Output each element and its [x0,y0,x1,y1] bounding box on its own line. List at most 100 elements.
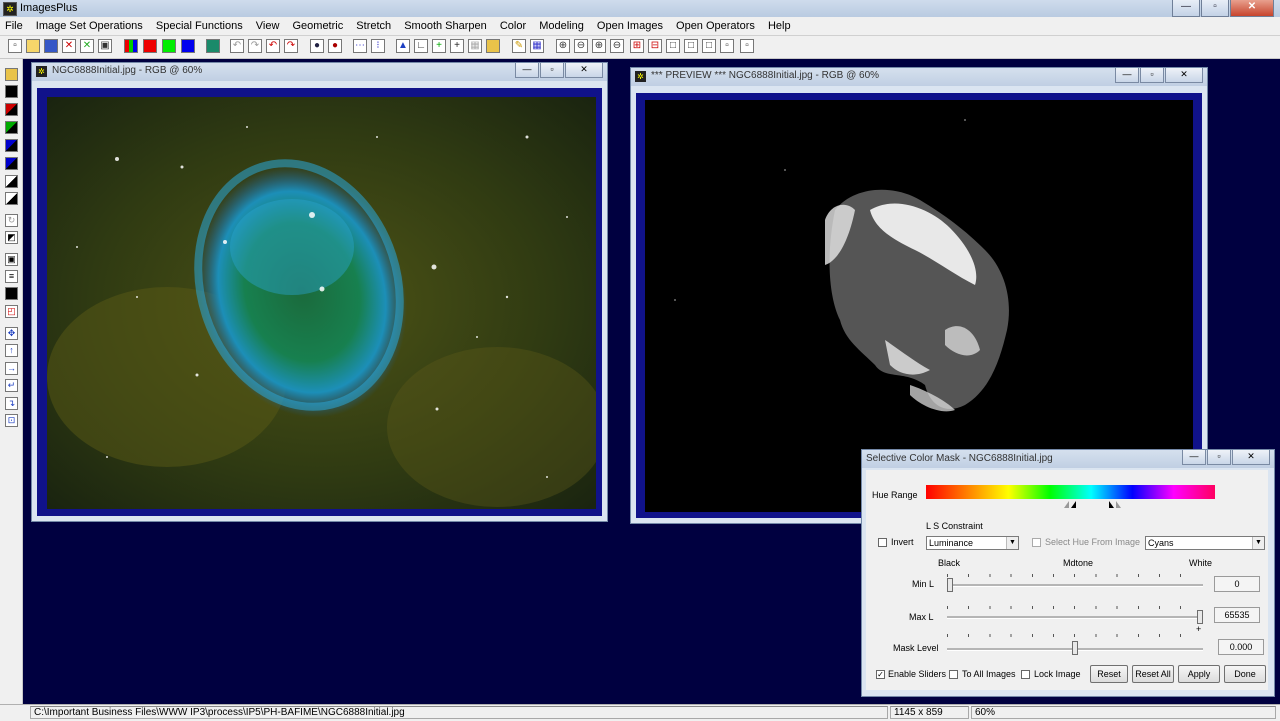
menu-special-functions[interactable]: Special Functions [151,17,248,35]
max-l-value[interactable]: 65535 [1214,607,1260,623]
menu-open-operators[interactable]: Open Operators [671,17,760,35]
hue-marker-2[interactable] [1071,501,1076,508]
copy-icon[interactable]: ▣ [98,39,112,53]
minimize-button[interactable]: — [1172,0,1200,17]
blue-channel-icon[interactable] [181,39,195,53]
rgb-channels-icon[interactable] [124,39,138,53]
add-red-icon[interactable]: ⊞ [630,39,644,53]
picture-icon[interactable] [486,39,500,53]
undo-icon[interactable]: ↶ [266,39,280,53]
preview-close-button[interactable]: ✕ [1165,68,1203,83]
hue-marker-3[interactable] [1109,501,1114,508]
move-icon[interactable]: ✥ [5,327,18,340]
pencil-icon[interactable]: ✎ [512,39,526,53]
enable-sliders-checkbox[interactable]: ✓ [876,670,885,679]
green-black-icon[interactable] [5,121,18,134]
min-l-track[interactable] [947,584,1203,587]
menu-image-set-operations[interactable]: Image Set Operations [31,17,148,35]
red-channel-icon[interactable] [143,39,157,53]
grid-light-icon[interactable]: ▦ [468,39,482,53]
to-all-images-checkbox[interactable] [949,670,958,679]
max-l-track[interactable] [947,616,1203,619]
frame-4-icon[interactable]: ▫ [720,39,734,53]
blue-black-2-icon[interactable] [5,157,18,170]
close-button[interactable]: ✕ [1230,0,1274,17]
square-dot-icon[interactable]: ▣ [5,253,18,266]
table-icon[interactable]: ▦ [530,39,544,53]
nebula-image[interactable] [47,97,596,509]
frame-5-icon[interactable]: ▫ [740,39,754,53]
arrow-right-icon[interactable]: → [5,362,18,375]
zoom-out-icon[interactable]: ⊖ [574,39,588,53]
frame-1-icon[interactable]: □ [666,39,680,53]
dialog-close-button[interactable]: ✕ [1232,450,1270,465]
menu-modeling[interactable]: Modeling [534,17,589,35]
image-window-titlebar[interactable]: ✲ NGC6888Initial.jpg - RGB @ 60% — ▫ ✕ [32,63,607,81]
image-close-button[interactable]: ✕ [565,63,603,78]
hue-range-bar[interactable] [926,485,1215,499]
lock-image-checkbox[interactable] [1021,670,1030,679]
mask-level-value[interactable]: 0.000 [1218,639,1264,655]
menu-smooth-sharpen[interactable]: Smooth Sharpen [399,17,492,35]
angle-icon[interactable]: ∟ [414,39,428,53]
white-black-2-icon[interactable] [5,192,18,205]
circle-select-icon[interactable]: ● [310,39,324,53]
apply-button[interactable]: Apply [1178,665,1220,683]
hue-range-markers[interactable] [1059,500,1129,510]
blue-black-icon[interactable] [5,139,18,152]
flip-icon[interactable]: ⊡ [5,414,18,427]
points-icon[interactable]: ⁝ [371,39,385,53]
white-black-icon[interactable] [5,175,18,188]
dialog-maximize-button[interactable]: ▫ [1207,450,1231,465]
zoom-fit-icon[interactable]: ⊕ [592,39,606,53]
reset-button[interactable]: Reset [1090,665,1128,683]
preview-minimize-button[interactable]: — [1115,68,1139,83]
select-region-icon[interactable]: ◰ [5,305,18,318]
selective-color-mask-dialog[interactable]: Selective Color Mask - NGC6888Initial.jp… [861,449,1275,697]
red-black-icon[interactable] [5,103,18,116]
open-folder-icon[interactable] [26,39,40,53]
constraint-select[interactable]: Luminance ▼ [926,536,1019,550]
close-image-icon[interactable]: ✕ [62,39,76,53]
menu-help[interactable]: Help [763,17,796,35]
arrow-down-icon[interactable]: ↴ [5,397,18,410]
save-layer-icon[interactable] [5,68,18,81]
min-l-slider-thumb[interactable] [947,578,953,592]
maximize-button[interactable]: ▫ [1201,0,1229,17]
image-minimize-button[interactable]: — [515,63,539,78]
circle-target-icon[interactable]: ● [328,39,342,53]
done-button[interactable]: Done [1224,665,1266,683]
black-square-icon[interactable] [5,85,18,98]
grid-icon[interactable] [206,39,220,53]
menu-open-images[interactable]: Open Images [592,17,668,35]
black-bar-icon[interactable] [5,287,18,300]
menu-geometric[interactable]: Geometric [287,17,348,35]
green-channel-icon[interactable] [162,39,176,53]
hue-select[interactable]: Cyans ▼ [1145,536,1265,550]
menu-file[interactable]: File [0,17,28,35]
dialog-titlebar[interactable]: Selective Color Mask - NGC6888Initial.jp… [862,450,1274,468]
subtract-red-icon[interactable]: ⊟ [648,39,662,53]
menu-view[interactable]: View [251,17,285,35]
dialog-minimize-button[interactable]: — [1182,450,1206,465]
close-all-icon[interactable]: ✕ [80,39,94,53]
mask-level-slider-thumb[interactable] [1072,641,1078,655]
arrow-up-icon[interactable]: ↑ [5,344,18,357]
new-file-icon[interactable]: ▫ [8,39,22,53]
invert-checkbox[interactable] [878,538,887,547]
save-icon[interactable] [44,39,58,53]
triangle-icon[interactable]: ▲ [396,39,410,53]
image-maximize-button[interactable]: ▫ [540,63,564,78]
diagonal-icon[interactable]: ◩ [5,231,18,244]
plus-green-icon[interactable]: + [432,39,446,53]
preview-window-titlebar[interactable]: ✲ *** PREVIEW *** NGC6888Initial.jpg - R… [631,68,1207,86]
bars-icon[interactable]: ≡ [5,270,18,283]
redo-icon[interactable]: ↷ [284,39,298,53]
reset-all-button[interactable]: Reset All [1132,665,1174,683]
min-l-value[interactable]: 0 [1214,576,1260,592]
image-window[interactable]: ✲ NGC6888Initial.jpg - RGB @ 60% — ▫ ✕ [31,62,608,522]
dots-icon[interactable]: ⋯ [353,39,367,53]
menu-stretch[interactable]: Stretch [351,17,396,35]
zoom-in-icon[interactable]: ⊕ [556,39,570,53]
hue-marker-1[interactable] [1064,501,1069,508]
